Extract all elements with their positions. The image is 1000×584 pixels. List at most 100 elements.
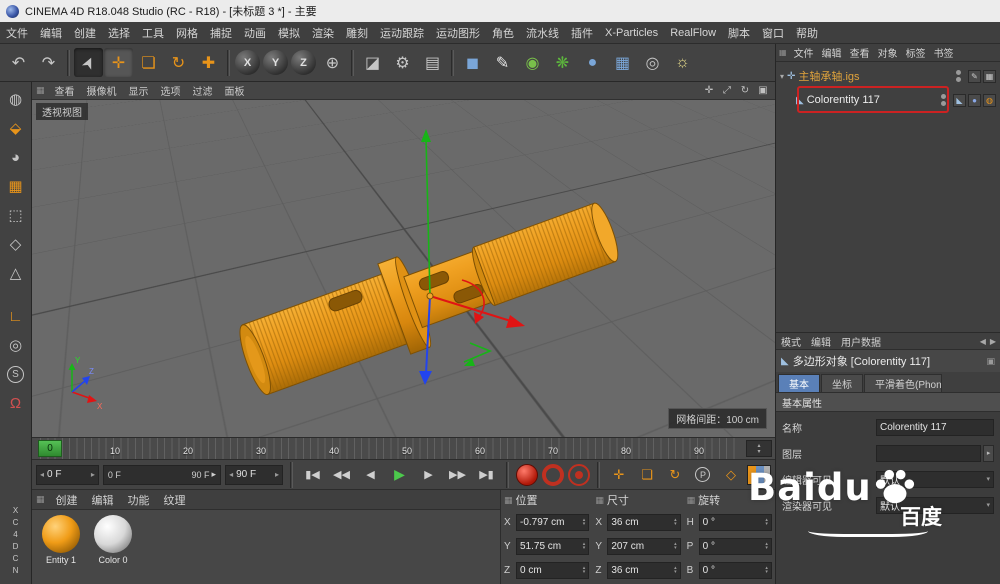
menu-item[interactable]: 文件 <box>0 25 34 41</box>
live-selection-icon[interactable]: ➤ <box>74 48 103 77</box>
viewport-label[interactable]: 透视视图 <box>36 103 88 120</box>
material-item[interactable]: Entity 1 <box>38 515 84 565</box>
om-menu-item[interactable]: 书签 <box>930 45 958 60</box>
forward-icon[interactable]: ▶ <box>990 337 996 346</box>
layout-switch-button[interactable] <box>747 465 771 485</box>
object-manager[interactable]: ▾ ✛ 主轴承轴.igs ✎ ▦ ◣ Colorentity 117 ◣ ● ◍ <box>776 62 1000 332</box>
panel-handle-icon[interactable]: ▦ <box>32 494 49 505</box>
panel-handle-icon[interactable]: ▦ <box>595 495 604 506</box>
grid-tag-icon[interactable]: ▦ <box>983 70 996 83</box>
magnet-snap-icon[interactable]: Ω <box>3 390 29 416</box>
size-x-field[interactable]: 36 cm▴▾ <box>607 514 680 531</box>
enable-axis-icon[interactable]: ∟ <box>3 303 29 329</box>
size-y-field[interactable]: 207 cm▴▾ <box>607 538 680 555</box>
render-queue-icon[interactable]: ▤ <box>418 48 447 77</box>
record-keyframe-button[interactable] <box>516 464 538 486</box>
keyframe-selection-button[interactable] <box>568 464 590 486</box>
tab-coordinates[interactable]: 坐标 <box>821 374 863 392</box>
go-to-start-button[interactable]: ▮◀ <box>300 463 325 487</box>
layer-field[interactable] <box>876 445 981 462</box>
autokey-button[interactable] <box>542 464 564 486</box>
previous-key-button[interactable]: ◀◀ <box>329 463 354 487</box>
viewport-menu-item[interactable]: 摄像机 <box>81 83 123 98</box>
viewport-menu-item[interactable]: 查看 <box>49 83 81 98</box>
tab-phong[interactable]: 平滑着色(Phong) <box>864 374 942 392</box>
polygons-mode-icon[interactable]: △ <box>3 260 29 286</box>
polygon-tag-icon[interactable]: ◣ <box>953 94 966 107</box>
viewport-menu-item[interactable]: 显示 <box>123 83 155 98</box>
menu-item[interactable]: 渲染 <box>306 25 340 41</box>
texture-tag-icon[interactable]: ◍ <box>983 94 996 107</box>
phong-tag-icon[interactable]: ● <box>968 94 981 107</box>
om-menu-item[interactable]: 文件 <box>790 45 818 60</box>
last-tool-icon[interactable]: ✚ <box>194 48 223 77</box>
make-editable-icon[interactable]: ◍ <box>3 86 29 112</box>
rotation-h-field[interactable]: 0 °▴▾ <box>699 514 772 531</box>
menu-item[interactable]: 雕刻 <box>340 25 374 41</box>
panel-handle-icon[interactable]: ▦ <box>776 48 790 57</box>
viewport-menu-item[interactable]: 选项 <box>155 83 187 98</box>
name-input[interactable] <box>876 419 994 436</box>
material-menu-item[interactable]: 创建 <box>49 492 85 508</box>
viewport-canvas[interactable]: Y X Z 透视视图 网格间距：100 cm <box>32 100 775 437</box>
subdivision-surface-icon[interactable]: ◉ <box>518 48 547 77</box>
menu-item[interactable]: 运动跟踪 <box>374 25 430 41</box>
menu-item[interactable]: RealFlow <box>664 27 722 39</box>
undo-icon[interactable]: ↶ <box>4 48 33 77</box>
record-scale-toggle[interactable]: ❏ <box>635 463 659 487</box>
material-preview-sphere[interactable] <box>42 515 80 553</box>
om-menu-item[interactable]: 查看 <box>846 45 874 60</box>
menu-item[interactable]: 工具 <box>136 25 170 41</box>
expand-icon[interactable]: ▾ <box>780 72 784 81</box>
menu-item[interactable]: X-Particles <box>599 27 664 39</box>
workplane-mode-icon[interactable]: ▦ <box>3 173 29 199</box>
attr-menu-item[interactable]: 用户数据 <box>836 334 886 349</box>
shaft-3d-object[interactable]: Y X Z <box>32 100 775 437</box>
rotate-tool-icon[interactable]: ↻ <box>164 48 193 77</box>
current-frame-field[interactable]: ◂ 0 F ▸ <box>36 465 99 485</box>
mograph-icon[interactable]: ❋ <box>548 48 577 77</box>
menu-item[interactable]: 角色 <box>486 25 520 41</box>
y-axis-lock-icon[interactable]: Y <box>263 50 288 75</box>
material-menu-item[interactable]: 功能 <box>121 492 157 508</box>
position-x-field[interactable]: -0.797 cm▴▾ <box>516 514 589 531</box>
menu-item[interactable]: 窗口 <box>756 25 790 41</box>
visibility-dots[interactable] <box>956 70 961 82</box>
om-menu-item[interactable]: 对象 <box>874 45 902 60</box>
z-axis-lock-icon[interactable]: Z <box>291 50 316 75</box>
lock-icon[interactable]: ▣ <box>986 356 995 367</box>
menu-item[interactable]: 网格 <box>170 25 204 41</box>
section-header[interactable]: 基本属性 <box>776 392 1000 412</box>
editor-visibility-dropdown[interactable]: 默认▾ <box>876 471 994 488</box>
rotation-p-field[interactable]: 0 °▴▾ <box>699 538 772 555</box>
menu-item[interactable]: 模拟 <box>272 25 306 41</box>
primitive-cube-icon[interactable]: ◼ <box>458 48 487 77</box>
attr-menu-item[interactable]: 模式 <box>776 334 806 349</box>
coordinate-system-icon[interactable]: ⊕ <box>318 48 347 77</box>
object-row[interactable]: ▾ ✛ 主轴承轴.igs ✎ ▦ <box>776 65 1000 87</box>
panel-handle-icon[interactable]: ▦ <box>32 85 49 96</box>
render-view-icon[interactable]: ◪ <box>358 48 387 77</box>
attr-menu-item[interactable]: 编辑 <box>806 334 836 349</box>
viewport-toggle-icon[interactable]: ▣ <box>755 85 771 96</box>
viewport-zoom-icon[interactable]: ⤢ <box>719 85 735 96</box>
menu-item[interactable]: 帮助 <box>790 25 824 41</box>
viewport-menu-item[interactable]: 面板 <box>219 83 251 98</box>
panel-handle-icon[interactable]: ▦ <box>504 495 513 506</box>
timeline-ruler[interactable]: 0 10 20 30 40 50 60 70 80 90 ▴▾ <box>32 437 775 459</box>
camera-object-icon[interactable]: ◎ <box>638 48 667 77</box>
timeline-marker[interactable]: 0 <box>38 440 62 457</box>
redo-icon[interactable]: ↷ <box>34 48 63 77</box>
model-mode-icon[interactable]: ⬙ <box>3 115 29 141</box>
previous-frame-button[interactable]: ◀ <box>358 463 383 487</box>
edit-tag-icon[interactable]: ✎ <box>968 70 981 83</box>
layer-browser-button[interactable]: ▸ <box>983 445 994 462</box>
menu-item[interactable]: 运动图形 <box>430 25 486 41</box>
spline-pen-icon[interactable]: ✎ <box>488 48 517 77</box>
position-z-field[interactable]: 0 cm▴▾ <box>516 562 589 579</box>
next-key-button[interactable]: ▶▶ <box>445 463 470 487</box>
end-frame-field[interactable]: ◂ 90 F ▸ <box>225 465 283 485</box>
object-label[interactable]: 主轴承轴.igs <box>798 68 859 84</box>
material-preview-sphere[interactable] <box>94 515 132 553</box>
x-axis-lock-icon[interactable]: X <box>235 50 260 75</box>
